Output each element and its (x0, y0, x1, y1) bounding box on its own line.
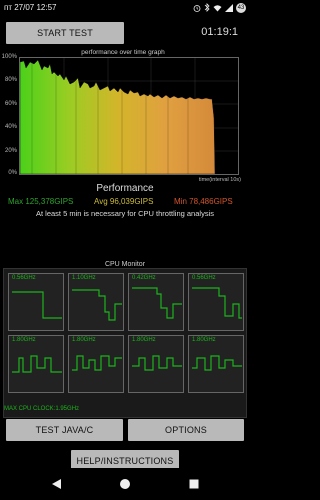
test-timer: 01:19:1 (201, 26, 238, 38)
alarm-icon (193, 4, 201, 12)
max-cpu-clock: MAX CPU CLOCK:1.95GHz (4, 406, 80, 412)
cpu-monitor-grid: 0.56GHz 1.10GHz 0.42GHz 0.56GHz 1.80GHz … (3, 268, 247, 418)
recents-icon[interactable] (188, 478, 200, 490)
home-icon[interactable] (119, 478, 131, 490)
battery-icon: 43 (236, 2, 246, 13)
performance-title: Performance (96, 183, 154, 194)
cpu-core-1: 0.56GHz (8, 273, 64, 331)
throttling-note: At least 5 min is necessary for CPU thro… (36, 209, 214, 218)
cpu-core-freq: 0.56GHz (192, 275, 216, 281)
cpu-core-2: 1.10GHz (68, 273, 124, 331)
graph-plot (19, 58, 238, 175)
cpu-core-4: 0.56GHz (188, 273, 244, 331)
signal-icon (225, 3, 233, 12)
wifi-icon (213, 4, 222, 11)
cpu-core-freq: 1.80GHz (72, 337, 96, 343)
performance-avg: Avg 96,039GIPS (94, 197, 154, 206)
graph-plot-area (19, 57, 239, 175)
cpu-core-freq: 1.10GHz (72, 275, 96, 281)
options-button[interactable]: OPTIONS (128, 419, 244, 441)
cpu-core-freq: 0.56GHz (12, 275, 36, 281)
start-test-button[interactable]: START TEST (6, 22, 124, 44)
graph-title: performance over time graph (81, 49, 165, 56)
status-bar: пт 27/07 12:57 43 (0, 0, 250, 15)
performance-min: Min 78,486GIPS (174, 197, 233, 206)
bluetooth-icon (204, 3, 210, 12)
cpu-core-5: 1.80GHz (8, 335, 64, 393)
cpu-core-freq: 1.80GHz (132, 337, 156, 343)
cpu-core-freq: 1.80GHz (192, 337, 216, 343)
cpu-core-6: 1.80GHz (68, 335, 124, 393)
y-label-80: 80% (4, 77, 17, 83)
y-label-100: 100% (1, 54, 17, 60)
cpu-monitor-title: CPU Monitor (104, 261, 146, 268)
status-time: пт 27/07 12:57 (4, 3, 57, 12)
navigation-bar (0, 468, 250, 500)
cpu-core-freq: 1.80GHz (12, 337, 36, 343)
performance-max: Max 125,378GIPS (8, 197, 74, 206)
cpu-core-8: 1.80GHz (188, 335, 244, 393)
test-java-button[interactable]: TEST JAVA/C (6, 419, 123, 441)
cpu-core-3: 0.42GHz (128, 273, 184, 331)
performance-area (19, 59, 216, 175)
y-label-20: 20% (4, 148, 17, 154)
y-label-0: 0% (8, 170, 17, 176)
cpu-core-freq: 0.42GHz (132, 275, 156, 281)
y-label-60: 60% (4, 101, 17, 107)
performance-graph: performance over time graph 100% 80% 60%… (1, 49, 243, 184)
y-label-40: 40% (4, 124, 17, 130)
back-icon[interactable] (50, 478, 62, 490)
cpu-core-7: 1.80GHz (128, 335, 184, 393)
